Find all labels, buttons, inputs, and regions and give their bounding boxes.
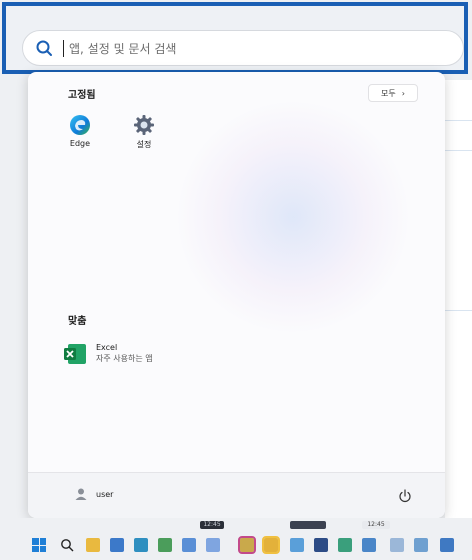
search-highlight xyxy=(2,2,468,74)
taskbar-app-icon[interactable] xyxy=(206,538,220,552)
taskbar-app-icon[interactable] xyxy=(338,538,352,552)
taskbar-app-icon[interactable] xyxy=(314,538,328,552)
user-avatar-icon xyxy=(75,488,87,500)
pinned-app-settings[interactable]: 설정 xyxy=(114,114,174,150)
all-apps-button[interactable]: 모두 › xyxy=(368,84,418,102)
divider xyxy=(445,120,472,121)
taskbar-clock: 12:45 xyxy=(200,521,224,529)
file-explorer-icon[interactable] xyxy=(86,538,100,552)
user-name: user xyxy=(96,489,114,499)
taskbar-app-icon[interactable] xyxy=(158,538,172,552)
taskbar-app-icon[interactable] xyxy=(290,538,304,552)
background-window xyxy=(445,80,472,520)
taskbar-app-icon[interactable] xyxy=(262,536,280,554)
edge-icon xyxy=(70,115,90,135)
taskbar-app-icon[interactable] xyxy=(414,538,428,552)
recommended-title: 맞춤 xyxy=(68,316,87,327)
taskbar: 12:45 12:45 xyxy=(0,518,472,560)
start-menu: 고정됨 모두 › Edge 설정 맞춤 Excel 자주 사용하는 앱 user xyxy=(28,72,445,518)
settings-gear-icon xyxy=(134,115,154,135)
taskbar-search-icon[interactable] xyxy=(60,538,74,552)
recommended-item-name: Excel xyxy=(96,343,118,352)
taskbar-clock: 12:45 xyxy=(362,521,390,529)
taskbar-app-icon[interactable] xyxy=(440,538,454,552)
chevron-right-icon: › xyxy=(401,88,405,98)
recommended-item-excel[interactable]: Excel 자주 사용하는 앱 xyxy=(64,343,153,364)
divider xyxy=(445,310,472,311)
taskbar-app-icon[interactable] xyxy=(362,538,376,552)
pinned-title: 고정됨 xyxy=(68,90,96,101)
taskbar-app-icon[interactable] xyxy=(238,536,256,554)
taskbar-app-icon[interactable] xyxy=(182,538,196,552)
recommended-item-subtitle: 자주 사용하는 앱 xyxy=(96,354,153,363)
power-icon[interactable] xyxy=(398,489,412,503)
background-glow xyxy=(178,102,408,332)
taskbar-app-icon[interactable] xyxy=(390,538,404,552)
all-apps-label: 모두 xyxy=(381,88,396,98)
search-box[interactable] xyxy=(22,30,464,66)
pinned-app-edge[interactable]: Edge xyxy=(50,114,110,148)
taskbar-app-icon[interactable] xyxy=(134,538,148,552)
user-account-button[interactable]: user xyxy=(74,487,113,501)
start-footer: user xyxy=(28,472,445,518)
excel-icon xyxy=(64,343,86,364)
windows-start-icon[interactable] xyxy=(32,538,46,552)
divider xyxy=(445,150,472,151)
search-icon xyxy=(36,40,52,56)
pinned-app-label: 설정 xyxy=(136,140,152,149)
taskbar-app-icon[interactable] xyxy=(110,538,124,552)
taskbar-status-pill xyxy=(290,521,326,529)
search-input[interactable] xyxy=(67,37,451,61)
pinned-app-label: Edge xyxy=(69,139,91,148)
text-caret xyxy=(63,40,64,57)
